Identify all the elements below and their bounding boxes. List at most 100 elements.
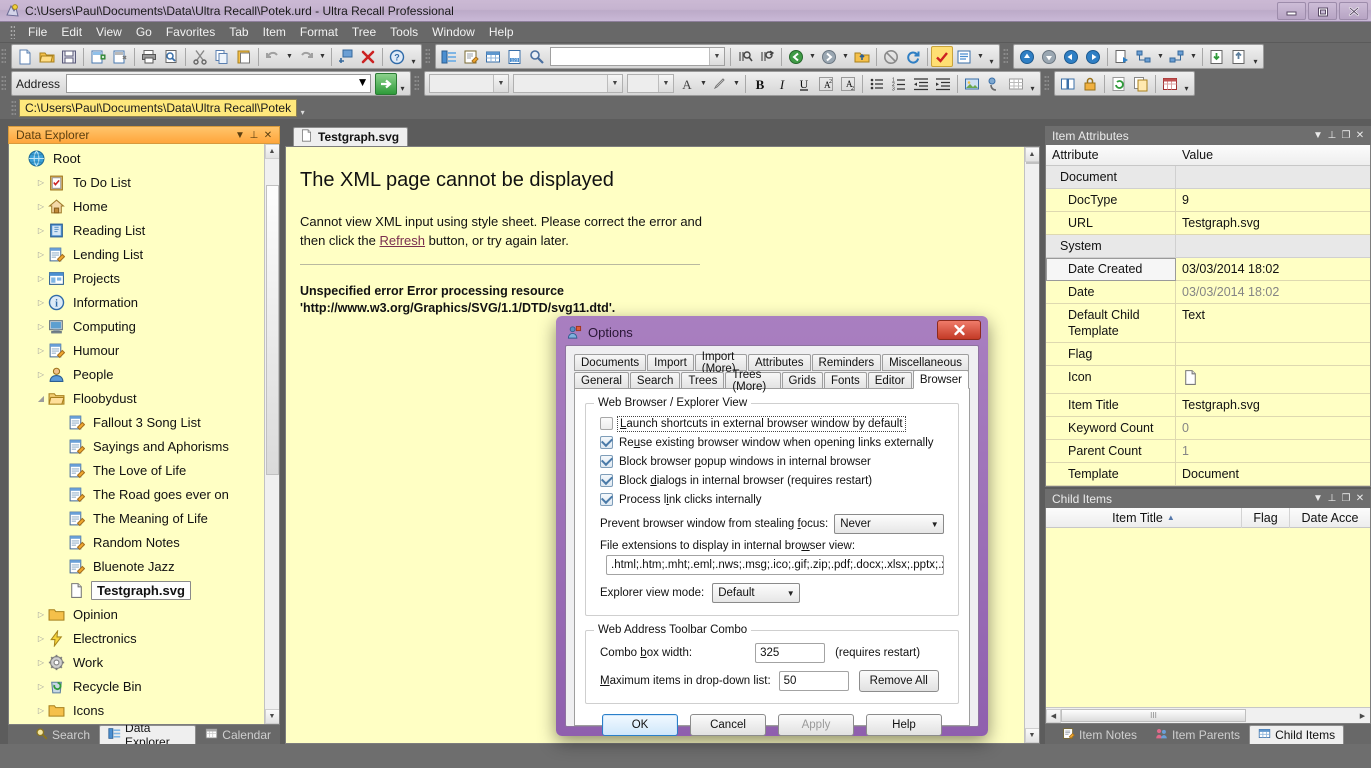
checkbox-unchecked-icon[interactable] bbox=[600, 417, 613, 430]
dictionary-icon[interactable] bbox=[1057, 73, 1079, 94]
scroll-down-button[interactable]: ▼ bbox=[1024, 728, 1039, 743]
cut-icon[interactable] bbox=[189, 46, 211, 67]
insert-image-icon[interactable] bbox=[961, 73, 983, 94]
tree-item-opinion[interactable]: ▷ Opinion bbox=[9, 602, 279, 626]
child-items-horizontal-scrollbar[interactable]: ◀ III ▶ bbox=[1046, 707, 1370, 723]
style-combo[interactable]: ▼ bbox=[429, 74, 509, 93]
attribute-row[interactable]: Keyword Count 0 bbox=[1046, 417, 1370, 440]
tree-expander-icon[interactable]: ▷ bbox=[35, 266, 47, 290]
ok-button[interactable]: OK bbox=[602, 714, 678, 736]
grid-view-icon[interactable] bbox=[482, 46, 504, 67]
toolbar-overflow-icon[interactable]: ▾ bbox=[986, 46, 997, 68]
sync-icon[interactable] bbox=[1108, 73, 1130, 94]
attribute-row[interactable]: System bbox=[1046, 235, 1370, 258]
tree-expander-icon[interactable] bbox=[55, 554, 67, 578]
lock-icon[interactable] bbox=[1079, 73, 1101, 94]
delete-item-icon[interactable] bbox=[109, 46, 131, 67]
menu-help[interactable]: Help bbox=[482, 23, 521, 41]
column-item-title[interactable]: Item Title ▲ bbox=[1046, 507, 1242, 528]
cancel-button[interactable]: Cancel bbox=[690, 714, 766, 736]
tree-expander-icon[interactable] bbox=[55, 578, 67, 602]
column-date-accessed[interactable]: Date Acce bbox=[1290, 508, 1370, 528]
tree-item-reading-list[interactable]: ▷ Reading List bbox=[9, 218, 279, 242]
print-icon[interactable] bbox=[138, 46, 160, 67]
attribute-row[interactable]: Date Created 03/03/2014 18:02 bbox=[1046, 258, 1370, 281]
attribute-row[interactable]: Default Child Template Text bbox=[1046, 304, 1370, 343]
highlight-icon[interactable] bbox=[709, 73, 731, 94]
tree-expander-icon[interactable]: ▷ bbox=[35, 194, 47, 218]
italic-icon[interactable]: I bbox=[771, 73, 793, 94]
item-attributes-grid[interactable]: Attribute Value Document DocType 9 URL Testg… bbox=[1045, 145, 1371, 487]
menu-window[interactable]: Window bbox=[425, 23, 482, 41]
tab-data-explorer[interactable]: Data Explorer bbox=[99, 721, 197, 749]
attribute-value-cell[interactable]: Text bbox=[1176, 304, 1370, 343]
open-icon[interactable] bbox=[36, 46, 58, 67]
tree-expander-icon[interactable]: ▷ bbox=[35, 338, 47, 362]
chevron-down-icon[interactable]: ▼ bbox=[782, 584, 799, 602]
tree-item-icons[interactable]: ▷ Icons bbox=[9, 698, 279, 722]
dialog-tab-reminders[interactable]: Reminders bbox=[811, 354, 882, 371]
superscript-icon[interactable]: A2 bbox=[815, 73, 837, 94]
tree-item-projects[interactable]: ▷ Projects bbox=[9, 266, 279, 290]
tree-expander-icon[interactable] bbox=[55, 410, 67, 434]
bold-icon[interactable]: B bbox=[749, 73, 771, 94]
scroll-thumb[interactable] bbox=[265, 185, 279, 476]
attribute-value-cell[interactable]: 1 bbox=[1176, 440, 1370, 463]
remove-all-button[interactable]: Remove All bbox=[858, 670, 939, 692]
pathbar-grip[interactable] bbox=[11, 99, 16, 117]
panel-menu-icon[interactable]: ▼ bbox=[1311, 128, 1325, 143]
maximize-button[interactable] bbox=[1308, 2, 1337, 20]
steal-focus-select[interactable]: Never ▼ bbox=[834, 514, 945, 534]
tree-item-floobydust[interactable]: ◢ Floobydust bbox=[9, 386, 279, 410]
find-icon[interactable] bbox=[734, 46, 756, 67]
toolbar-overflow-icon[interactable]: ▾ bbox=[397, 73, 408, 95]
checkbox-label[interactable]: Reuse existing browser window when openi… bbox=[619, 437, 934, 449]
properties-view-icon[interactable]: 123 bbox=[504, 46, 526, 67]
up-folder-icon[interactable] bbox=[851, 46, 873, 67]
tab-child-items[interactable]: Child Items bbox=[1249, 725, 1345, 744]
tab-item-notes[interactable]: Item Notes bbox=[1053, 725, 1146, 744]
export-doc-icon[interactable] bbox=[1228, 46, 1250, 67]
toolbar-grip[interactable] bbox=[1, 48, 6, 65]
dialog-tab-import[interactable]: Import bbox=[647, 354, 694, 371]
notes-view-icon[interactable] bbox=[460, 46, 482, 67]
tree-item-imported-items[interactable]: ▷Imported Items bbox=[9, 722, 279, 723]
tree-item-lending-list[interactable]: ▷ Lending List bbox=[9, 242, 279, 266]
find-next-icon[interactable] bbox=[756, 46, 778, 67]
tree-expander-icon[interactable]: ◢ bbox=[35, 386, 47, 410]
pin-icon[interactable]: ⊥ bbox=[1325, 128, 1339, 143]
underline-icon[interactable]: U bbox=[793, 73, 815, 94]
attribute-value-cell[interactable]: 9 bbox=[1176, 189, 1370, 212]
dialog-tab-search[interactable]: Search bbox=[629, 372, 681, 389]
explorer-view-mode-select[interactable]: Default ▼ bbox=[712, 583, 801, 603]
subscript-icon[interactable]: A2 bbox=[837, 73, 859, 94]
font-color-dropdown-icon[interactable]: ▼ bbox=[698, 73, 709, 94]
pin-icon[interactable]: ⊥ bbox=[247, 128, 261, 143]
child-items-grid[interactable]: Item Title ▲ Flag Date Acce ◀ III ▶ bbox=[1045, 507, 1371, 724]
toolbar-overflow-icon[interactable]: ▾ bbox=[1250, 46, 1261, 68]
column-flag[interactable]: Flag bbox=[1242, 507, 1290, 528]
toolbar-overflow-icon[interactable]: ▾ bbox=[408, 46, 419, 68]
tree-item-the-road-goes-ever-on[interactable]: The Road goes ever on bbox=[9, 482, 279, 506]
search-combo[interactable]: ▼ bbox=[550, 47, 725, 66]
dialog-tab-fonts[interactable]: Fonts bbox=[824, 372, 867, 389]
attribute-value-cell[interactable] bbox=[1176, 366, 1370, 394]
font-color-icon[interactable]: A bbox=[676, 73, 698, 94]
tree-vertical-scrollbar[interactable]: ▲ ▼ bbox=[264, 144, 279, 724]
menu-tree[interactable]: Tree bbox=[345, 23, 383, 41]
data-explorer-tree[interactable]: Root ▷ To Do List ▷ Home ▷ Reading List ▷ Lendin… bbox=[8, 144, 280, 725]
expand-all-dropdown-icon[interactable]: ▼ bbox=[1155, 46, 1166, 67]
menu-item[interactable]: Item bbox=[256, 23, 293, 41]
chevron-down-icon[interactable]: ▼ bbox=[926, 515, 943, 533]
dialog-tab-editor[interactable]: Editor bbox=[867, 372, 912, 389]
tree-item-sayings-and-aphorisms[interactable]: Sayings and Aphorisms bbox=[9, 434, 279, 458]
tree-item-the-love-of-life[interactable]: The Love of Life bbox=[9, 458, 279, 482]
tree-expander-icon[interactable] bbox=[55, 458, 67, 482]
attribute-value-cell[interactable]: Document bbox=[1176, 463, 1370, 486]
scroll-thumb[interactable]: III bbox=[1061, 709, 1246, 722]
expand-all-icon[interactable] bbox=[1133, 46, 1155, 67]
stop-icon[interactable] bbox=[880, 46, 902, 67]
redo-icon[interactable] bbox=[295, 46, 317, 67]
dialog-tab-miscellaneous[interactable]: Miscellaneous bbox=[882, 354, 969, 371]
maximize-icon[interactable]: ❐ bbox=[1339, 128, 1353, 143]
